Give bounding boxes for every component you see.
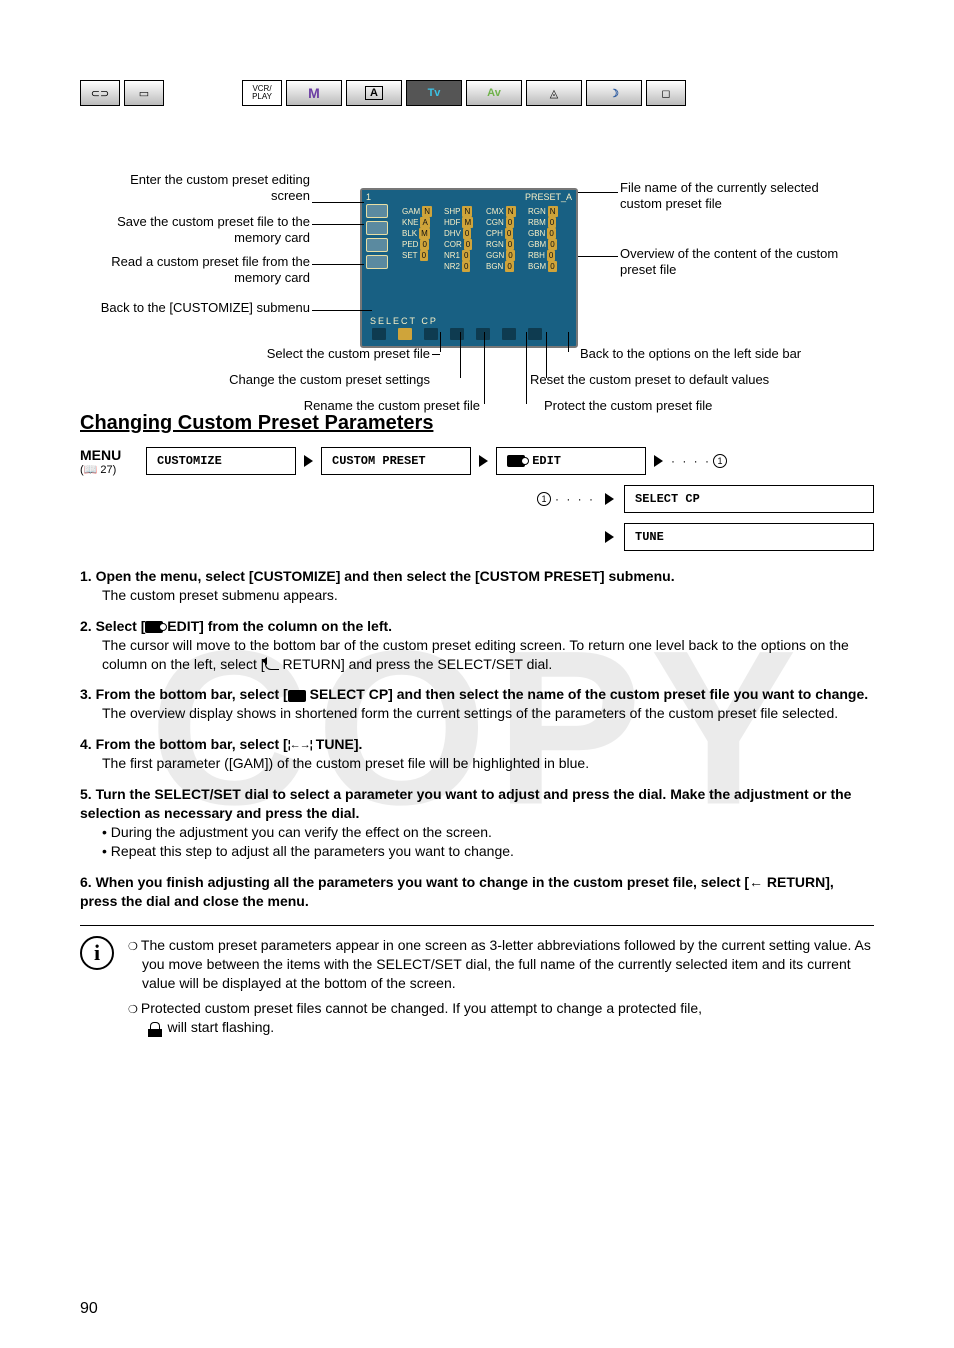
menu-box-custom-preset: CUSTOM PRESET xyxy=(321,447,471,475)
mode-night-icon: ☽ xyxy=(586,80,642,106)
arrow-icon xyxy=(479,455,488,467)
menu-path: MENU (📖 27) CUSTOMIZE CUSTOM PRESET EDIT… xyxy=(80,447,874,551)
step-4: 4. From the bottom bar, select [¦←→¦ TUN… xyxy=(80,735,874,773)
screen-param-grid: GAMNSHPNCMXNRGNNKNEAHDFMCGN0RBM0BLKMDHV0… xyxy=(402,206,570,312)
mode-tv: Tv xyxy=(406,80,462,106)
mode-bar: ⊂⊃ ▭ VCR/ PLAY M A Tv Av ◬ ☽ ◻ xyxy=(80,80,874,106)
mode-vcr-play: VCR/ PLAY xyxy=(242,80,282,106)
step-2: 2. Select [ EDIT] from the column on the… xyxy=(80,617,874,674)
mode-m: M xyxy=(286,80,342,106)
callout-protect: Protect the custom preset file xyxy=(544,398,844,414)
tune-icon: ¦←→¦ xyxy=(288,738,312,753)
section-heading: Changing Custom Preset Parameters xyxy=(80,412,874,435)
step-5-bullet: During the adjustment you can verify the… xyxy=(102,823,874,842)
step-3: 3. From the bottom bar, select [ SELECT … xyxy=(80,685,874,723)
screen-title-num: 1 xyxy=(366,192,371,202)
callout-select-cp: Select the custom preset file xyxy=(190,346,430,362)
circled-1: 1 xyxy=(537,492,551,506)
callout-enter-edit: Enter the custom preset editing screen xyxy=(110,172,310,205)
arrow-icon xyxy=(654,455,663,467)
step-5: 5. Turn the SELECT/SET dial to select a … xyxy=(80,785,874,861)
step-5-bullet: Repeat this step to adjust all the param… xyxy=(102,842,874,861)
info-note-1: The custom preset parameters appear in o… xyxy=(128,936,874,993)
camera-screen-preview: 1 PRESET_A GAMNSHPNCMXNRGNNKNEAHDFMCGN0RB… xyxy=(360,188,578,348)
menu-box-select-cp: SELECT CP xyxy=(624,485,874,513)
arrow-icon xyxy=(304,455,313,467)
info-notes: i The custom preset parameters appear in… xyxy=(80,925,874,1042)
steps-list: 1. Open the menu, select [CUSTOMIZE] and… xyxy=(80,567,874,911)
screen-bottom-label: SELECT CP xyxy=(366,316,572,326)
mode-card-icon: ▭ xyxy=(124,80,164,106)
dots: · · · · xyxy=(555,492,595,506)
callout-rename: Rename the custom preset file xyxy=(220,398,480,414)
callout-reset: Reset the custom preset to default value… xyxy=(530,372,860,388)
mode-spotlight-icon: ◬ xyxy=(526,80,582,106)
screen-bottom-icons xyxy=(366,326,572,340)
mode-rec-icon: ◻ xyxy=(646,80,686,106)
callout-filename: File name of the currently selected cust… xyxy=(620,180,850,213)
lock-icon xyxy=(150,1022,160,1030)
step-6: 6. When you finish adjusting all the par… xyxy=(80,873,874,912)
menu-pageref: (📖 27) xyxy=(80,463,136,476)
back-arrow-icon: ← xyxy=(749,873,763,892)
mode-tape-icon: ⊂⊃ xyxy=(80,80,120,106)
callout-change-settings: Change the custom preset settings xyxy=(158,372,430,388)
menu-box-edit: EDIT xyxy=(496,447,646,475)
callout-back-customize: Back to the [CUSTOMIZE] submenu xyxy=(92,300,310,316)
circled-1: 1 xyxy=(713,454,727,468)
info-note-2: Protected custom preset files cannot be … xyxy=(128,999,874,1037)
select-icon xyxy=(288,690,306,702)
callout-save-card: Save the custom preset file to the memor… xyxy=(98,214,310,247)
menu-box-tune: TUNE xyxy=(624,523,874,551)
callout-overview: Overview of the content of the custom pr… xyxy=(620,246,860,279)
mode-a: A xyxy=(346,80,402,106)
preset-screen-diagram: 1 PRESET_A GAMNSHPNCMXNRGNNKNEAHDFMCGN0RB… xyxy=(80,132,874,392)
menu-label: MENU xyxy=(80,447,136,463)
screen-bottom-bar: SELECT CP xyxy=(366,316,572,342)
page-number: 90 xyxy=(80,1300,98,1318)
edit-icon xyxy=(507,455,525,467)
arrow-icon xyxy=(605,493,614,505)
screen-left-sidebar xyxy=(366,204,396,312)
mode-av: Av xyxy=(466,80,522,106)
dots: · · · · xyxy=(671,454,711,468)
menu-box-customize: CUSTOMIZE xyxy=(146,447,296,475)
edit-icon xyxy=(145,621,163,633)
step-1: 1. Open the menu, select [CUSTOMIZE] and… xyxy=(80,567,874,605)
callout-read-card: Read a custom preset file from the memor… xyxy=(102,254,310,287)
info-icon: i xyxy=(80,936,114,970)
callout-back-options: Back to the options on the left side bar xyxy=(580,346,900,362)
screen-title-name: PRESET_A xyxy=(525,192,572,202)
return-icon xyxy=(265,660,279,670)
arrow-icon xyxy=(605,531,614,543)
